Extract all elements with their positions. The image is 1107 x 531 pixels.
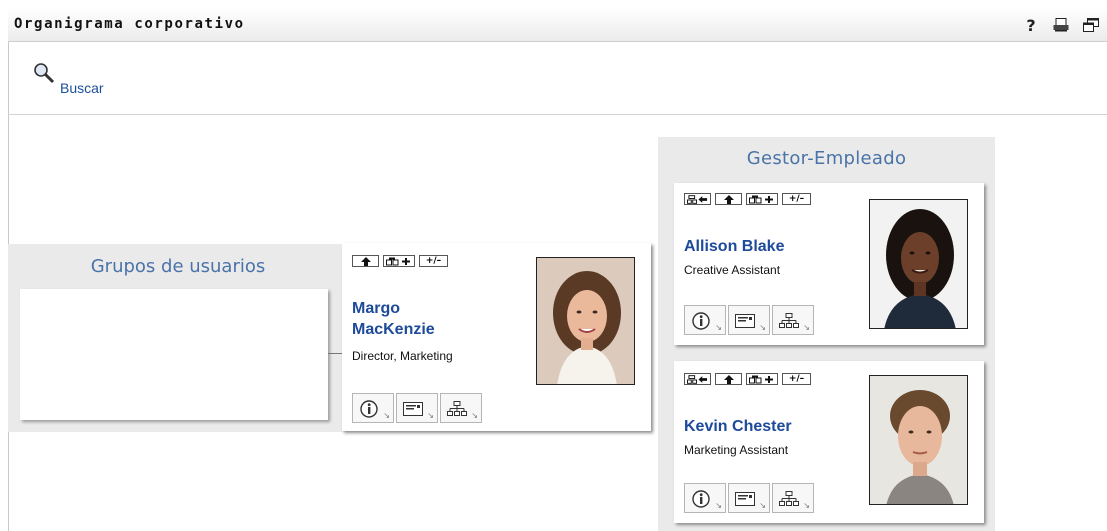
person-title: Marketing Assistant bbox=[684, 443, 789, 457]
email-button[interactable]: ↘ bbox=[728, 305, 770, 335]
search-link[interactable]: Buscar bbox=[32, 62, 104, 96]
org-chart-icon bbox=[778, 489, 800, 509]
toggle-label: +/– bbox=[788, 193, 805, 204]
connector-line bbox=[328, 353, 342, 354]
person-photo bbox=[536, 257, 635, 385]
up-level-button[interactable] bbox=[715, 373, 742, 385]
expand-button[interactable] bbox=[383, 255, 415, 267]
magnifier-icon bbox=[32, 62, 58, 88]
org-chart-icon bbox=[778, 311, 800, 331]
person-name-first: Margo bbox=[352, 300, 400, 317]
user-groups-panel: Grupos de usuarios bbox=[8, 244, 348, 432]
search-label: Buscar bbox=[60, 80, 104, 96]
help-icon[interactable]: ? bbox=[1023, 15, 1039, 35]
org-chart-icon bbox=[446, 399, 468, 419]
person-name[interactable]: Allison Blake bbox=[684, 236, 784, 257]
card-actions: ↘ ↘ ↘ bbox=[684, 305, 814, 335]
set-as-manager-button[interactable] bbox=[684, 193, 711, 205]
org-chart-button[interactable]: ↘ bbox=[440, 393, 482, 423]
info-icon bbox=[690, 489, 712, 509]
card-actions: ↘ ↘ ↘ bbox=[684, 483, 814, 513]
page-title: Organigrama corporativo bbox=[14, 16, 245, 32]
email-icon bbox=[734, 489, 756, 509]
person-photo bbox=[869, 199, 968, 329]
toggle-button[interactable]: +/– bbox=[782, 193, 811, 205]
person-name[interactable]: Kevin Chester bbox=[684, 416, 792, 437]
print-icon[interactable] bbox=[1053, 16, 1069, 34]
toggle-button[interactable]: +/– bbox=[782, 373, 811, 385]
card-toolbar: +/– bbox=[684, 373, 811, 385]
user-groups-title: Grupos de usuarios bbox=[90, 256, 266, 277]
email-button[interactable]: ↘ bbox=[728, 483, 770, 513]
expand-button[interactable] bbox=[746, 373, 778, 385]
set-as-manager-button[interactable] bbox=[684, 373, 711, 385]
card-toolbar: +/– bbox=[352, 255, 448, 267]
person-title: Director, Marketing bbox=[352, 349, 453, 363]
user-groups-list bbox=[20, 289, 328, 420]
person-card-report: +/– Kevin Chester Marketing Assistant ↘ … bbox=[674, 361, 984, 523]
toggle-label: +/– bbox=[788, 373, 805, 384]
person-card-focus: +/– Margo MacKenzie Director, Marketing … bbox=[342, 243, 651, 431]
portlet-header: Organigrama corporativo ? bbox=[8, 8, 1107, 42]
email-icon bbox=[402, 399, 424, 419]
email-icon bbox=[734, 311, 756, 331]
info-button[interactable]: ↘ bbox=[684, 483, 726, 513]
help-glyph: ? bbox=[1026, 15, 1036, 35]
person-title: Creative Assistant bbox=[684, 263, 781, 277]
person-name-last: MacKenzie bbox=[352, 321, 435, 338]
person-card-report: +/– Allison Blake Creative Assistant ↘ ↘… bbox=[674, 183, 984, 345]
org-chart-button[interactable]: ↘ bbox=[772, 483, 814, 513]
org-chart-button[interactable]: ↘ bbox=[772, 305, 814, 335]
info-button[interactable]: ↘ bbox=[684, 305, 726, 335]
card-toolbar: +/– bbox=[684, 193, 811, 205]
card-actions: ↘ ↘ ↘ bbox=[352, 393, 482, 423]
up-level-button[interactable] bbox=[715, 193, 742, 205]
info-icon bbox=[358, 399, 380, 419]
toggle-button[interactable]: +/– bbox=[419, 255, 448, 267]
info-button[interactable]: ↘ bbox=[352, 393, 394, 423]
up-level-button[interactable] bbox=[352, 255, 379, 267]
divider bbox=[8, 114, 1107, 115]
email-button[interactable]: ↘ bbox=[396, 393, 438, 423]
person-name[interactable]: Margo MacKenzie bbox=[352, 298, 435, 340]
manager-employee-title: Gestor-Empleado bbox=[746, 148, 907, 169]
expand-button[interactable] bbox=[746, 193, 778, 205]
new-window-icon[interactable] bbox=[1083, 16, 1099, 34]
toggle-label: +/– bbox=[425, 255, 442, 266]
person-photo bbox=[869, 375, 968, 505]
info-icon bbox=[690, 311, 712, 331]
